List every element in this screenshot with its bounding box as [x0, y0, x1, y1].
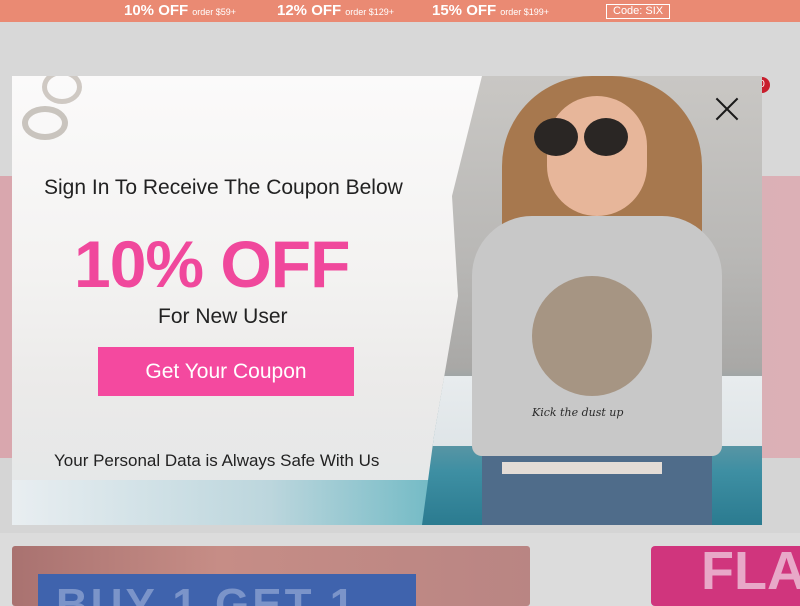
promo-tier-discount: 12% OFF	[277, 2, 342, 19]
modal-bottom-accent	[12, 480, 442, 525]
promo-tier-1: 10% OFF order $59+	[124, 2, 236, 20]
promo-tier-condition: order $59+	[192, 7, 236, 17]
promo-banner-flash-sale[interactable]: FLA	[651, 546, 800, 606]
promo-tier-discount: 10% OFF	[124, 2, 189, 19]
sunglasses-icon	[584, 118, 628, 156]
banner-label-box: BUY 1 GET 1	[38, 574, 416, 606]
close-icon[interactable]	[712, 94, 742, 124]
modal-subheading: For New User	[158, 305, 288, 328]
banner-label: FLA	[701, 546, 800, 601]
promo-banner-buy-one-get-one[interactable]: BUY 1 GET 1	[12, 546, 530, 606]
model-belt	[502, 462, 662, 474]
promo-tier-2: 12% OFF order $129+	[277, 2, 394, 20]
promo-bar: 10% OFF order $59+ 12% OFF order $129+ 15%…	[0, 0, 800, 22]
coupon-modal: Kick the dust up Sign In To Receive The …	[12, 76, 762, 525]
discount-offer: 10% OFF	[74, 227, 350, 301]
promo-tier-condition: order $199+	[500, 7, 549, 17]
promo-tier-condition: order $129+	[345, 7, 394, 17]
model-photo: Kick the dust up	[422, 76, 762, 525]
leopard-spot-decoration	[22, 106, 68, 140]
promo-tier-discount: 15% OFF	[432, 2, 497, 19]
promo-code-badge: Code: SIX	[606, 4, 671, 19]
promo-tier-3: 15% OFF order $199+	[432, 2, 549, 20]
banner-label: BUY 1 GET 1	[56, 580, 358, 606]
tee-print-text: Kick the dust up	[532, 406, 624, 419]
model-face	[547, 96, 647, 216]
modal-heading: Sign In To Receive The Coupon Below	[44, 176, 403, 199]
get-coupon-button[interactable]: Get Your Coupon	[98, 347, 354, 396]
sunglasses-icon	[534, 118, 578, 156]
privacy-note: Your Personal Data is Always Safe With U…	[54, 451, 380, 470]
tee-print-graphic	[532, 276, 652, 396]
